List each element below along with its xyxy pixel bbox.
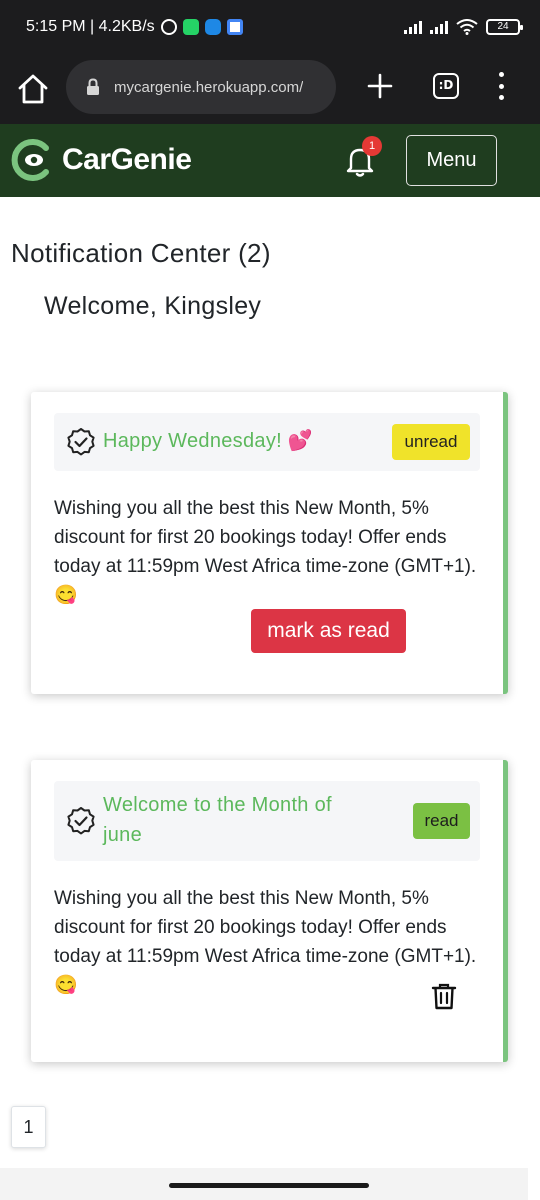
status-right: 24 xyxy=(404,19,523,35)
gesture-home-bar[interactable] xyxy=(169,1183,369,1188)
notification-card: Welcome to the Month of june read Wishin… xyxy=(31,760,508,1062)
status-left: 5:15 PM | 4.2KB/s xyxy=(26,18,243,36)
notification-header: Welcome to the Month of june read xyxy=(54,781,480,861)
brand-name: CarGenie xyxy=(62,143,192,176)
signal-icon xyxy=(430,20,448,34)
system-status-bar: 5:15 PM | 4.2KB/s 24 xyxy=(0,0,540,58)
brand-link[interactable]: CarGenie xyxy=(10,138,192,182)
wifi-icon xyxy=(456,19,478,35)
verified-badge-icon xyxy=(67,428,95,456)
trash-icon[interactable] xyxy=(431,982,457,1010)
notification-body: Wishing you all the best this New Month,… xyxy=(54,888,477,996)
page-title: Notification Center (2) xyxy=(11,238,271,268)
tab-switcher-button[interactable]: :D xyxy=(433,73,459,99)
verified-badge-icon xyxy=(67,807,95,835)
welcome-message: Welcome, Kingsley xyxy=(44,292,262,320)
time-and-speed: 5:15 PM | 4.2KB/s xyxy=(26,18,155,35)
calendar-icon xyxy=(226,19,243,35)
url-text: mycargenie.herokuapp.com/ xyxy=(114,78,304,96)
status-badge: read xyxy=(413,803,470,839)
address-bar[interactable]: mycargenie.herokuapp.com/ xyxy=(66,60,336,114)
pagination-page-1[interactable]: 1 xyxy=(11,1106,46,1148)
more-options-icon[interactable] xyxy=(496,72,506,100)
signal-icon xyxy=(404,20,422,34)
mark-as-read-button[interactable]: mark as read xyxy=(251,609,406,653)
new-tab-icon[interactable] xyxy=(366,72,394,100)
home-icon[interactable] xyxy=(16,72,50,106)
notification-header: Happy Wednesday! 💕 unread xyxy=(54,413,480,471)
notification-bell[interactable]: 1 xyxy=(344,136,382,178)
status-badge: unread xyxy=(392,424,470,460)
cargenie-logo-icon xyxy=(11,139,49,181)
browser-toolbar: mycargenie.herokuapp.com/ :D xyxy=(0,58,540,124)
alarm-icon xyxy=(160,19,177,35)
messages-icon xyxy=(204,19,221,35)
whatsapp-icon xyxy=(182,19,199,35)
site-navbar: CarGenie 1 Menu xyxy=(0,124,540,197)
menu-button[interactable]: Menu xyxy=(406,135,497,186)
notification-card: Happy Wednesday! 💕 unread Wishing you al… xyxy=(31,392,508,694)
notification-title: Welcome to the Month of june xyxy=(103,794,332,846)
notification-body: Wishing you all the best this New Month,… xyxy=(54,498,477,606)
notification-count-badge: 1 xyxy=(362,136,382,156)
lock-icon xyxy=(87,78,99,95)
battery-icon: 24 xyxy=(486,19,523,35)
notification-title: Happy Wednesday! 💕 xyxy=(103,430,314,452)
